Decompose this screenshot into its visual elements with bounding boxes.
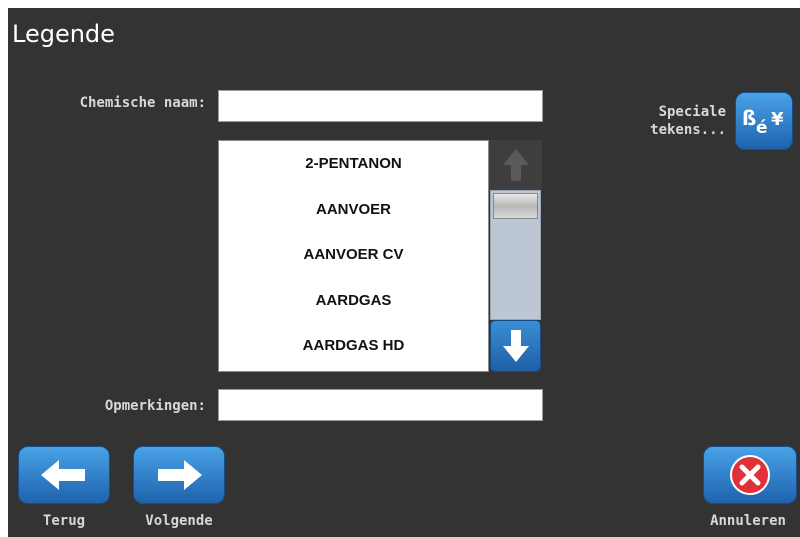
legend-screen: Legende Chemische naam: Speciale tekens.… xyxy=(8,8,800,537)
cancel-button[interactable] xyxy=(703,446,797,504)
list-scrollbar[interactable] xyxy=(489,140,542,372)
remarks-label: Opmerkingen: xyxy=(104,398,206,414)
svg-text:é: é xyxy=(756,118,768,138)
special-characters-label-line2: tekens... xyxy=(650,122,726,138)
back-button[interactable] xyxy=(18,446,110,504)
scroll-track[interactable] xyxy=(490,190,541,320)
list-item[interactable]: AANVOER CV xyxy=(219,232,488,278)
arrow-down-icon xyxy=(502,330,529,362)
scroll-down-button[interactable] xyxy=(490,320,541,372)
list-item[interactable]: AANVOER xyxy=(219,187,488,233)
list-item[interactable]: AARDGAS HD xyxy=(219,323,488,369)
scroll-up-button[interactable] xyxy=(489,140,542,190)
special-characters-label-line1: Speciale xyxy=(658,104,726,120)
next-button[interactable] xyxy=(133,446,225,504)
scroll-thumb[interactable] xyxy=(493,193,538,219)
arrow-left-icon xyxy=(41,460,85,490)
page-title: Legende xyxy=(12,20,115,48)
special-characters-button[interactable]: ß é ¥ xyxy=(735,92,793,150)
arrow-up-icon xyxy=(502,149,529,181)
list-item[interactable]: 2-PENTANON xyxy=(219,141,488,187)
special-characters-label: Speciale tekens... xyxy=(636,103,726,139)
svg-text:ß: ß xyxy=(742,106,756,130)
next-label: Volgende xyxy=(145,513,213,529)
special-characters-icon: ß é ¥ xyxy=(742,106,784,138)
back-label: Terug xyxy=(42,513,86,529)
remarks-input[interactable] xyxy=(218,389,543,421)
chemical-name-input[interactable] xyxy=(218,90,543,122)
chemical-name-label: Chemische naam: xyxy=(79,95,206,111)
arrow-right-icon xyxy=(158,460,202,490)
cancel-label: Annuleren xyxy=(710,513,786,529)
close-icon xyxy=(730,455,770,495)
list-item[interactable]: AARDGAS xyxy=(219,278,488,324)
chemical-list[interactable]: 2-PENTANON AANVOER AANVOER CV AARDGAS AA… xyxy=(218,140,489,372)
svg-text:¥: ¥ xyxy=(771,109,784,130)
